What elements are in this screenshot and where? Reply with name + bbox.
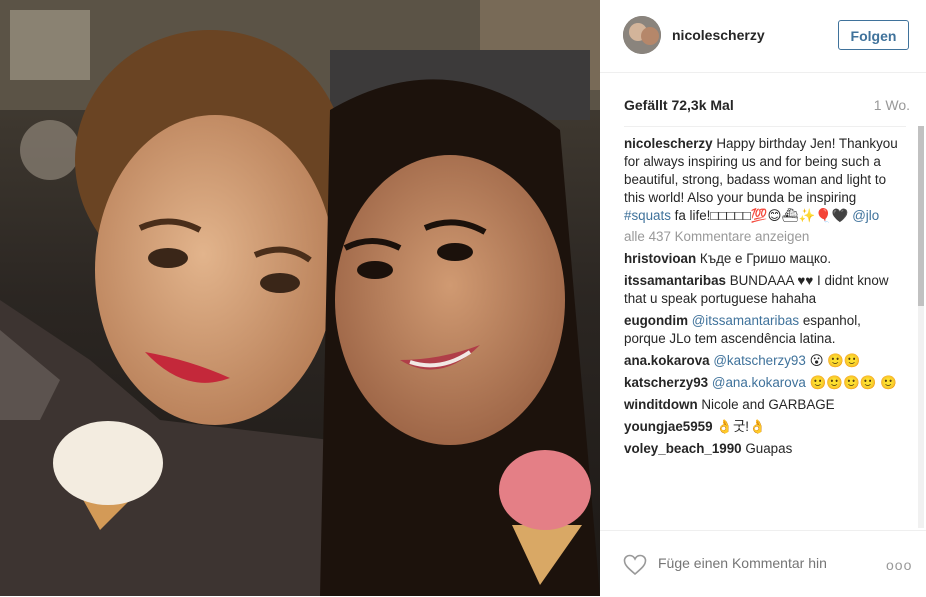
comment-item: eugondim @itssamantaribas espanhol, porq… bbox=[624, 312, 906, 348]
scrollbar-thumb[interactable] bbox=[918, 126, 924, 306]
instagram-post-modal: nicolescherzy Folgen Gefällt 72,3k Mal 1… bbox=[0, 0, 926, 596]
load-more-comments[interactable]: alle 437 Kommentare anzeigen bbox=[624, 229, 906, 244]
comment-username[interactable]: hristovioan bbox=[624, 251, 696, 266]
comment-mention[interactable]: @ana.kokarova bbox=[712, 375, 806, 390]
comment-item: ana.kokarova @katscherzy93 😮 🙂🙂 bbox=[624, 352, 906, 370]
comment-username[interactable]: voley_beach_1990 bbox=[624, 441, 742, 456]
comment-item: itssamantaribas BUNDAAA ♥♥ I didnt know … bbox=[624, 272, 906, 308]
comment-text: Къде е Гришо мацко. bbox=[699, 251, 832, 266]
comment-item: katscherzy93 @ana.kokarova 🙂🙂🙂🙂 🙂 bbox=[624, 374, 906, 392]
comments-scrollbar[interactable] bbox=[918, 126, 924, 528]
comment-item: youngjae5959 👌굿!👌 bbox=[624, 418, 906, 436]
post-side-panel: nicolescherzy Folgen Gefällt 72,3k Mal 1… bbox=[600, 0, 926, 596]
comment-text: 👌굿!👌 bbox=[716, 419, 766, 434]
caption-text-2: fa life!□□□□□💯😊⛴✨🎈🖤 bbox=[674, 208, 849, 223]
mention-link[interactable]: @jlo bbox=[852, 208, 879, 223]
comment-input[interactable] bbox=[658, 555, 868, 571]
post-header: nicolescherzy Folgen bbox=[600, 0, 926, 73]
more-options-button[interactable]: ooo bbox=[886, 557, 912, 573]
likes-row: Gefällt 72,3k Mal 1 Wo. bbox=[624, 97, 910, 113]
comment-username[interactable]: ana.kokarova bbox=[624, 353, 710, 368]
comment-text: 🙂🙂🙂🙂 🙂 bbox=[809, 375, 897, 390]
comment-username[interactable]: winditdown bbox=[624, 397, 698, 412]
hashtag-link[interactable]: #squats bbox=[624, 208, 671, 223]
avatar[interactable] bbox=[623, 16, 661, 54]
like-count[interactable]: Gefällt 72,3k Mal bbox=[624, 97, 734, 113]
selfie-image bbox=[0, 0, 600, 596]
comment-item: voley_beach_1990 Guapas bbox=[624, 440, 906, 458]
follow-button[interactable]: Folgen bbox=[838, 20, 909, 50]
caption: nicolescherzy Happy birthday Jen! Thanky… bbox=[624, 135, 906, 225]
comment-username[interactable]: eugondim bbox=[624, 313, 688, 328]
post-time[interactable]: 1 Wo. bbox=[874, 97, 910, 113]
comment-mention[interactable]: @katscherzy93 bbox=[713, 353, 806, 368]
comment-username[interactable]: katscherzy93 bbox=[624, 375, 708, 390]
comment-item: hristovioan Къде е Гришо мацко. bbox=[624, 250, 906, 268]
comment-mention[interactable]: @itssamantaribas bbox=[692, 313, 799, 328]
comment-username[interactable]: itssamantaribas bbox=[624, 273, 726, 288]
post-photo[interactable] bbox=[0, 0, 600, 596]
comment-item: winditdown Nicole and GARBAGE bbox=[624, 396, 906, 414]
comment-text: Guapas bbox=[745, 441, 793, 456]
comment-username[interactable]: youngjae5959 bbox=[624, 419, 713, 434]
avatar-icon bbox=[623, 16, 661, 54]
post-author-username[interactable]: nicolescherzy bbox=[672, 27, 765, 43]
heart-icon[interactable] bbox=[623, 554, 647, 576]
caption-username[interactable]: nicolescherzy bbox=[624, 136, 713, 151]
post-footer: ooo bbox=[600, 530, 926, 597]
comment-text: 😮 🙂🙂 bbox=[809, 353, 861, 368]
comment-text: Nicole and GARBAGE bbox=[701, 397, 835, 412]
comment-list: nicolescherzy Happy birthday Jen! Thanky… bbox=[624, 126, 906, 529]
